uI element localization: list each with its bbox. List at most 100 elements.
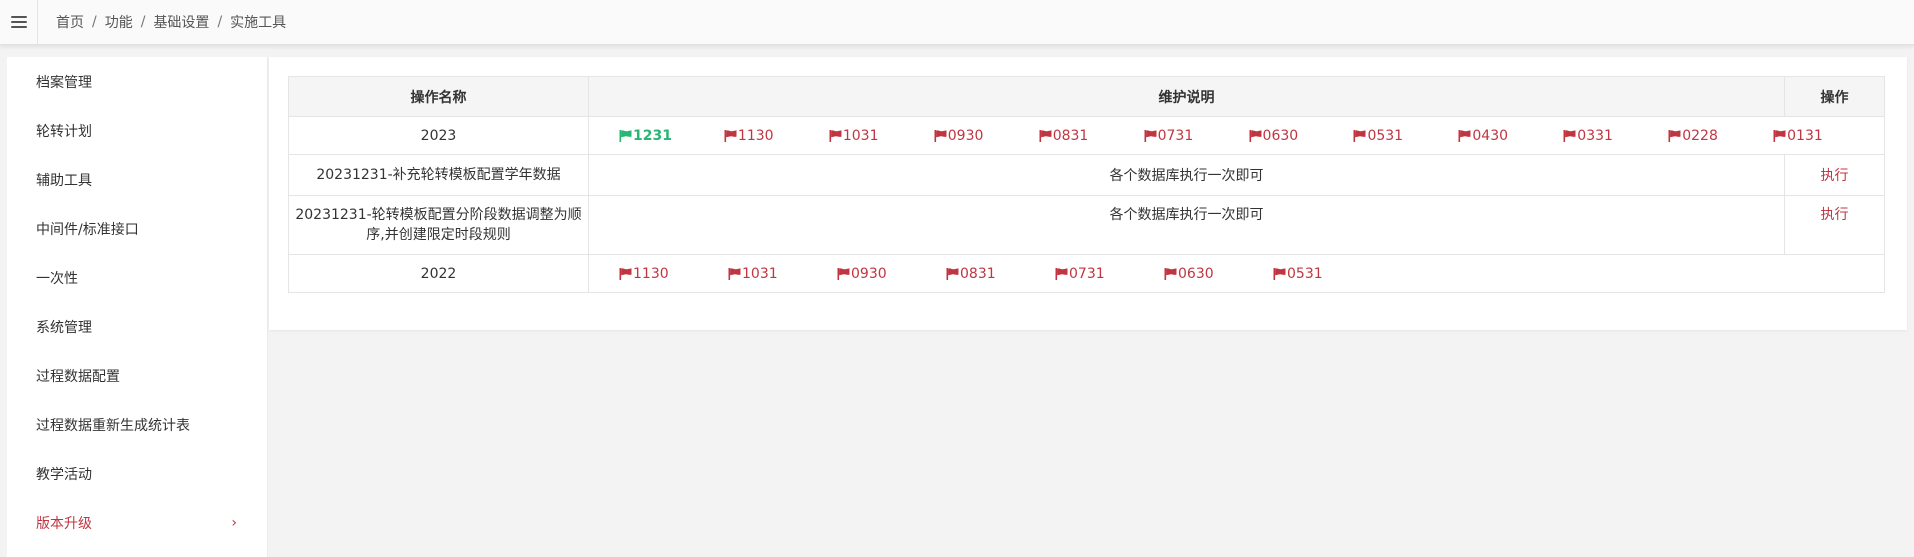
- flag-icon: [724, 129, 737, 142]
- version-flags: 1130 1031 0930 0831 0731 0630 0531: [595, 266, 1878, 282]
- version-flag-link[interactable]: 0731: [1144, 128, 1249, 144]
- menu-toggle-button[interactable]: [0, 0, 38, 45]
- chevron-right-icon: ›: [231, 514, 237, 531]
- flag-icon: [1164, 267, 1177, 280]
- row-name: 2022: [288, 254, 589, 293]
- flag-icon: [946, 267, 959, 280]
- sidebar-item-rotation-plan[interactable]: 轮转计划: [7, 106, 267, 155]
- sidebar-item-middleware[interactable]: 中间件/标准接口: [7, 204, 267, 253]
- version-flag-link[interactable]: 0930: [934, 128, 1039, 144]
- version-flags-cell: 1231 1130 1031 0930 0831 0731 0630 0531 0430 0331…: [588, 116, 1885, 155]
- sidebar-item-label: 版本升级: [36, 515, 92, 532]
- table-row: 2022 1130 1031 0930 0831 0731 0630 0531: [288, 254, 1885, 293]
- version-flag-link[interactable]: 0531: [1353, 128, 1458, 144]
- flag-icon: [728, 267, 741, 280]
- table-row: 20231231-轮转模板配置分阶段数据调整为顺序,并创建限定时段规则 各个数据…: [288, 195, 1885, 255]
- table-row: 2023 1231 1130 1031 0930 0831 0731 0630 0531 043…: [288, 116, 1885, 155]
- flag-icon: [829, 129, 842, 142]
- version-flag-label: 0531: [1287, 265, 1323, 282]
- flag-icon: [1055, 267, 1068, 280]
- maintenance-table: 操作名称 维护说明 操作 2023 1231 1130 1031 0930 0831 07…: [288, 76, 1885, 293]
- version-flag-label: 0630: [1262, 127, 1299, 144]
- version-flag-label: 1231: [633, 127, 672, 144]
- execute-link[interactable]: 执行: [1821, 207, 1849, 223]
- breadcrumb-separator: /: [140, 14, 146, 30]
- hamburger-icon: [10, 13, 27, 31]
- flag-icon: [934, 129, 947, 142]
- version-flag-link[interactable]: 0630: [1249, 128, 1354, 144]
- sidebar-item-version-upgrade[interactable]: 版本升级 ›: [7, 498, 267, 547]
- sidebar-item-label: 轮转计划: [36, 123, 92, 140]
- version-flag-label: 0731: [1069, 265, 1105, 282]
- sidebar-item-label: 过程数据配置: [36, 368, 120, 385]
- breadcrumb-function[interactable]: 功能: [105, 12, 133, 32]
- version-flag-label: 1031: [842, 127, 879, 144]
- sidebar: 档案管理 轮转计划 辅助工具 中间件/标准接口 一次性 系统管理 过程数据配置 …: [7, 57, 268, 557]
- sidebar-item-label: 系统管理: [36, 319, 92, 336]
- version-flags-cell: 1130 1031 0930 0831 0731 0630 0531: [588, 254, 1885, 293]
- version-flag-link[interactable]: 0831: [946, 266, 1055, 282]
- version-flag-link[interactable]: 0630: [1164, 266, 1273, 282]
- flag-icon: [1773, 129, 1786, 142]
- version-flag-label: 1130: [633, 265, 669, 282]
- version-flag-label: 0228: [1682, 127, 1718, 144]
- version-flag-link[interactable]: 1231: [619, 128, 724, 144]
- sidebar-item-aux-tools[interactable]: 辅助工具: [7, 155, 267, 204]
- column-header-desc: 维护说明: [588, 76, 1785, 117]
- breadcrumb-home[interactable]: 首页: [56, 12, 84, 32]
- row-desc: 各个数据库执行一次即可: [588, 195, 1785, 255]
- version-flag-label: 0831: [960, 265, 996, 282]
- version-flag-link[interactable]: 0331: [1563, 128, 1668, 144]
- sidebar-item-label: 中间件/标准接口: [36, 221, 139, 238]
- table-row: 20231231-补充轮转模板配置学年数据 各个数据库执行一次即可 执行: [288, 154, 1885, 196]
- sidebar-item-label: 档案管理: [36, 74, 92, 91]
- flag-icon: [1563, 129, 1576, 142]
- version-flags: 1231 1130 1031 0930 0831 0731 0630 0531 0430 0331…: [595, 128, 1878, 144]
- version-flag-label: 0131: [1787, 127, 1823, 144]
- sidebar-item-teaching[interactable]: 教学活动: [7, 449, 267, 498]
- version-flag-label: 0930: [851, 265, 887, 282]
- version-flag-link[interactable]: 1031: [728, 266, 837, 282]
- flag-icon: [1144, 129, 1157, 142]
- sidebar-item-process-config[interactable]: 过程数据配置: [7, 351, 267, 400]
- row-desc: 各个数据库执行一次即可: [588, 154, 1785, 196]
- sidebar-item-process-regenerate[interactable]: 过程数据重新生成统计表: [7, 400, 267, 449]
- version-flag-label: 0531: [1367, 127, 1404, 144]
- version-flag-link[interactable]: 0731: [1055, 266, 1164, 282]
- breadcrumb-separator: /: [217, 14, 223, 30]
- version-flag-link[interactable]: 0531: [1273, 266, 1382, 282]
- breadcrumb-basic-settings[interactable]: 基础设置: [153, 12, 209, 32]
- version-flag-link[interactable]: 0930: [837, 266, 946, 282]
- version-flag-link[interactable]: 1031: [829, 128, 934, 144]
- sidebar-item-archive[interactable]: 档案管理: [7, 57, 267, 106]
- sidebar-item-label: 一次性: [36, 270, 78, 287]
- flag-icon: [1458, 129, 1471, 142]
- execute-link[interactable]: 执行: [1821, 168, 1849, 184]
- version-flag-label: 0630: [1178, 265, 1214, 282]
- version-flag-link[interactable]: 0131: [1773, 128, 1878, 144]
- flag-icon: [1039, 129, 1052, 142]
- breadcrumb-current: 实施工具: [230, 15, 287, 31]
- column-header-action: 操作: [1784, 76, 1885, 117]
- version-flag-label: 1031: [742, 265, 778, 282]
- flag-icon: [1273, 267, 1286, 280]
- version-flag-link[interactable]: 1130: [724, 128, 829, 144]
- column-header-name: 操作名称: [288, 76, 589, 117]
- flag-icon: [1249, 129, 1262, 142]
- version-flag-link[interactable]: 1130: [619, 266, 728, 282]
- breadcrumb: 首页 / 功能 / 基础设置 / 实施工具: [38, 12, 286, 32]
- version-flag-label: 1130: [737, 127, 774, 144]
- version-flag-label: 0930: [947, 127, 984, 144]
- version-flag-label: 0331: [1577, 127, 1613, 144]
- flag-icon: [619, 129, 632, 142]
- sidebar-item-system[interactable]: 系统管理: [7, 302, 267, 351]
- flag-icon: [1353, 129, 1366, 142]
- version-flag-link[interactable]: 0228: [1668, 128, 1773, 144]
- row-name: 20231231-轮转模板配置分阶段数据调整为顺序,并创建限定时段规则: [288, 195, 589, 255]
- sidebar-item-one-time[interactable]: 一次性: [7, 253, 267, 302]
- version-flag-link[interactable]: 0430: [1458, 128, 1563, 144]
- main-panel: 操作名称 维护说明 操作 2023 1231 1130 1031 0930 0831 07…: [269, 57, 1907, 330]
- table-header-row: 操作名称 维护说明 操作: [288, 76, 1885, 117]
- sidebar-item-label: 辅助工具: [36, 172, 92, 189]
- version-flag-link[interactable]: 0831: [1039, 128, 1144, 144]
